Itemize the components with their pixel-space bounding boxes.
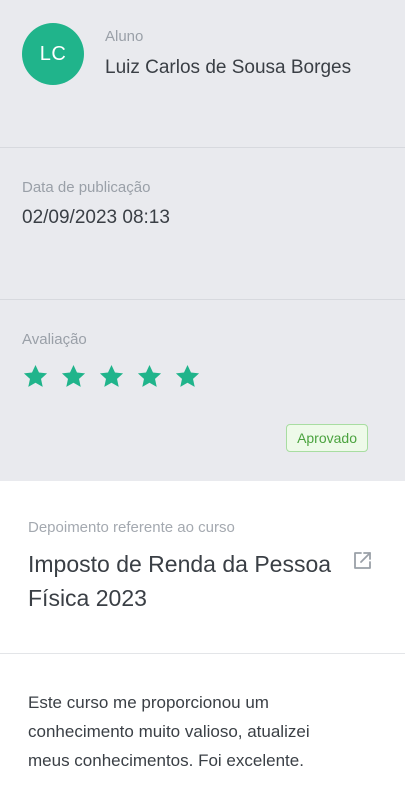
publication-date: 02/09/2023 08:13 [22,207,170,228]
external-link-icon[interactable] [351,550,373,572]
star-icon [175,365,200,387]
course-section: Depoimento referente ao curso Imposto de… [0,481,405,653]
publication-label: Data de publicação [22,179,151,196]
publication-section: Data de publicação 02/09/2023 08:13 [0,148,405,299]
testimonial-line: conhecimento muito valioso, atualizei [28,722,310,741]
testimonial-line: meus conhecimentos. Foi excelente. [28,751,304,770]
testimonial-text: Este curso me proporcionou um conhecimen… [28,688,310,775]
student-section: LC Aluno Luiz Carlos de Sousa Borges [0,0,405,147]
course-title[interactable]: Imposto de Renda da Pessoa Física 2023 [28,547,331,615]
star-icon [23,365,48,387]
course-title-line: Imposto de Renda da Pessoa [28,551,332,577]
testimonial-section: Este curso me proporcionou um conhecimen… [0,654,405,800]
testimonial-line: Este curso me proporcionou um [28,693,269,712]
star-icon [99,365,124,387]
status-badge: Aprovado [286,424,368,452]
rating-label: Avaliação [22,331,87,348]
review-detail: LC Aluno Luiz Carlos de Sousa Borges Dat… [0,0,405,800]
star-rating [22,363,201,390]
avatar: LC [22,23,84,85]
star-icon [61,365,86,387]
student-name: Luiz Carlos de Sousa Borges [105,57,352,78]
course-title-line: Física 2023 [28,585,147,611]
course-label: Depoimento referente ao curso [28,519,235,536]
star-icon [137,365,162,387]
student-label: Aluno [105,28,144,45]
rating-section: Avaliação Aprovado [0,300,405,481]
